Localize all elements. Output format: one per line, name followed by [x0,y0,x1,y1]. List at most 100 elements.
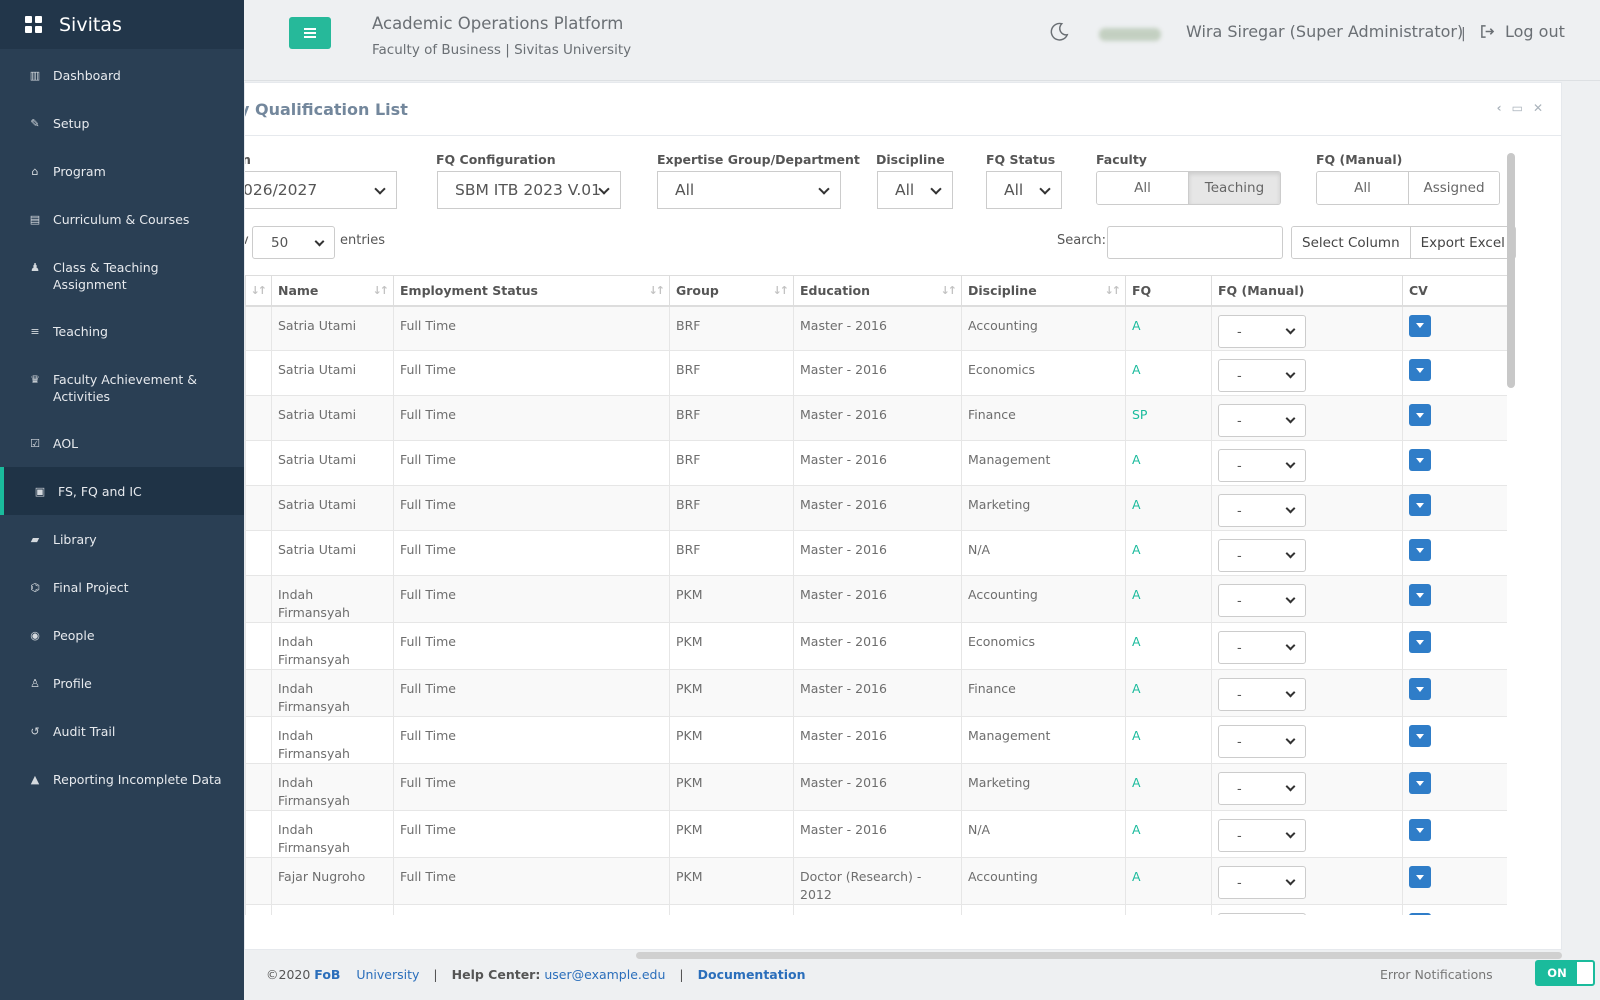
cv-dropdown-button[interactable] [1409,725,1431,747]
fq-manual-select[interactable]: - [1218,913,1306,915]
sidebar-item-class-teaching-assignment[interactable]: ♟ Class & Teaching Assignment [0,243,244,307]
fq-manual-select[interactable]: - [1218,494,1306,527]
fq-manual-select[interactable]: - [1218,404,1306,437]
error-notifications-toggle[interactable]: ON [1535,960,1595,986]
entries-select[interactable]: 50 [252,226,335,259]
fq-cell[interactable]: A [1125,440,1212,486]
cv-dropdown-button[interactable] [1409,631,1431,653]
faculty-teaching-button[interactable]: Teaching [1188,172,1280,204]
fq-manual-select[interactable]: - [1218,314,1306,348]
fq-cell[interactable]: A [1125,485,1212,531]
fq-cell[interactable]: A [1125,305,1212,351]
fq-manual-select[interactable]: - [1218,678,1306,711]
sidebar-item-aol[interactable]: ☑ AOL [0,419,244,467]
col-header-name[interactable]: Name ↓↑ [271,275,394,307]
select-column-button[interactable]: Select Column [1292,227,1410,258]
sidebar-item-library[interactable]: ▰ Library [0,515,244,563]
group-cell: PKM [669,575,794,623]
fq-config-select[interactable]: SBM ITB 2023 V.01 [437,171,621,209]
brand-name: Sivitas [59,13,122,36]
expertise-select[interactable]: All [657,171,841,209]
col-header-group[interactable]: Group ↓↑ [669,275,794,307]
fq-manual-select[interactable]: - [1218,772,1306,805]
faculty-all-button[interactable]: All [1097,172,1188,204]
fq-cell[interactable]: A [1125,669,1212,717]
cv-dropdown-button[interactable] [1409,584,1431,606]
cv-dropdown-button[interactable] [1409,539,1431,561]
maximize-icon[interactable]: ▭ [1512,101,1523,115]
fq-manual-select[interactable]: - [1218,359,1306,392]
col-header-discipline[interactable]: Discipline ↓↑ [961,275,1126,307]
sidebar-item-reporting-incomplete-data[interactable]: ▲ Reporting Incomplete Data [0,755,244,819]
sort-icon: ↓↑ [772,284,790,297]
col-header-employment[interactable]: Employment Status ↓↑ [393,275,670,307]
employment-cell: Full Time [393,395,670,441]
close-icon[interactable]: ✕ [1533,101,1543,115]
fq-cell[interactable]: A [1125,350,1212,396]
cv-dropdown-button[interactable] [1409,913,1431,915]
sidebar-item-people[interactable]: ◉ People [0,611,244,659]
name-cell: Satria Utami [271,440,394,486]
fq-cell[interactable]: A [1125,530,1212,576]
fq-cell[interactable]: A [1125,716,1212,764]
col-header-cv: CV [1402,275,1507,307]
sidebar-item-final-project[interactable]: ⌬ Final Project [0,563,244,611]
fq-manual-assigned-button[interactable]: Assigned [1408,172,1499,204]
user-name[interactable]: Wira Siregar (Super Administrator) [1186,22,1463,41]
sidebar-item-program[interactable]: ⌂ Program [0,147,244,195]
sidebar-item-faculty-achievement-activities[interactable]: ♛ Faculty Achievement & Activities [0,355,244,419]
fq-cell[interactable]: A [1125,575,1212,623]
university-link[interactable]: University [356,967,419,982]
cv-dropdown-button[interactable] [1409,359,1431,381]
fq-manual-all-button[interactable]: All [1317,172,1408,204]
fq-manual-select[interactable]: - [1218,449,1306,482]
sidebar-item-dashboard[interactable]: ▥ Dashboard [0,51,244,99]
help-email-link[interactable]: user@example.edu [544,967,665,982]
cv-dropdown-button[interactable] [1409,678,1431,700]
vertical-scrollbar[interactable] [1507,153,1515,388]
cv-dropdown-button[interactable] [1409,404,1431,426]
cv-dropdown-button[interactable] [1409,449,1431,471]
horizontal-scrollbar[interactable] [636,952,1562,959]
fq-manual-select[interactable]: - [1218,631,1306,664]
fq-cell[interactable]: SP [1125,395,1212,441]
fq-manual-select[interactable]: - [1218,584,1306,617]
cv-dropdown-button[interactable] [1409,772,1431,794]
cv-dropdown-button[interactable] [1409,314,1431,337]
fq-manual-select[interactable]: - [1218,866,1306,899]
col-header-education[interactable]: Education ↓↑ [793,275,962,307]
fq-cell[interactable]: A [1125,857,1212,905]
discipline-select[interactable]: All [877,171,953,209]
export-excel-button[interactable]: Export Excel [1409,227,1515,258]
fq-cell[interactable]: A [1125,904,1212,915]
period-select[interactable]: 026/2027 [245,171,397,209]
sidebar-item-profile[interactable]: ♙ Profile [0,659,244,707]
col-header-index[interactable]: ↓↑ [245,275,272,307]
sidebar-item-label: Reporting Incomplete Data [53,772,222,787]
fq-manual-select[interactable]: - [1218,539,1306,572]
fq-cell[interactable]: A [1125,622,1212,670]
education-cell: Master - 2016 [793,763,962,811]
sidebar-item-teaching[interactable]: ≡ Teaching [0,307,244,355]
sidebar-item-fs-fq-and-ic[interactable]: ▣ FS, FQ and IC [0,467,244,515]
dark-mode-moon-icon[interactable] [1048,21,1070,43]
brand[interactable]: Sivitas [0,0,244,49]
fq-manual-value: - [1237,504,1242,519]
cv-dropdown-button[interactable] [1409,819,1431,841]
search-input[interactable] [1107,226,1283,259]
sidebar-item-curriculum-courses[interactable]: ▤ Curriculum & Courses [0,195,244,243]
fob-link[interactable]: FoB [314,967,340,982]
documentation-link[interactable]: Documentation [698,967,806,982]
cv-dropdown-button[interactable] [1409,866,1431,888]
collapse-icon[interactable]: ‹ [1497,101,1502,115]
cv-dropdown-button[interactable] [1409,494,1431,516]
fq-manual-select[interactable]: - [1218,725,1306,758]
menu-toggle-button[interactable] [289,17,331,49]
fq-status-select[interactable]: All [986,171,1062,209]
fq-cell[interactable]: A [1125,763,1212,811]
sidebar-item-audit-trail[interactable]: ↺ Audit Trail [0,707,244,755]
fq-cell[interactable]: A [1125,810,1212,858]
sidebar-item-setup[interactable]: ✎ Setup [0,99,244,147]
logout-link[interactable]: Log out [1480,22,1565,41]
fq-manual-select[interactable]: - [1218,819,1306,852]
